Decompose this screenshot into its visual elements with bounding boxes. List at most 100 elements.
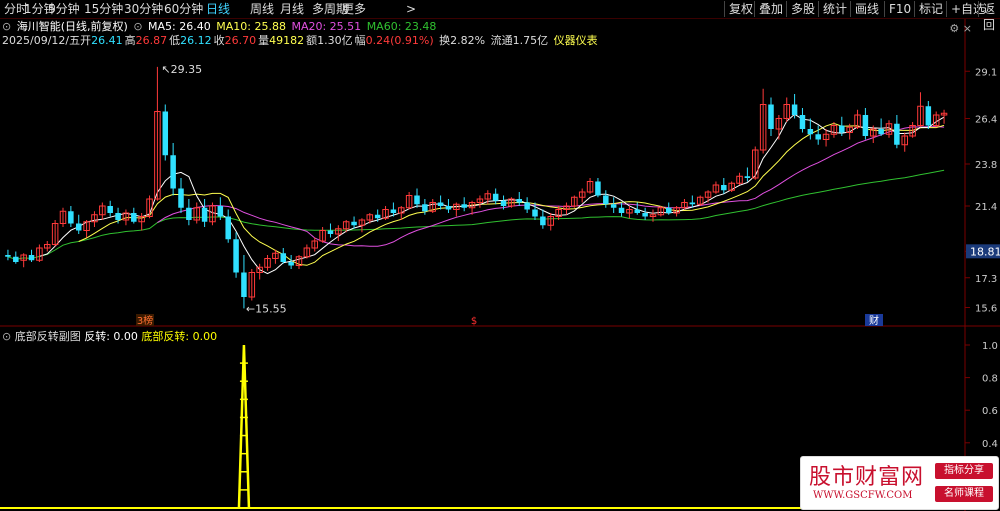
tab-5[interactable]: 60分钟 <box>164 1 203 17</box>
candle-body <box>799 115 806 129</box>
toolbar-button-8[interactable]: 返回 <box>978 1 1000 32</box>
y-tick-label: 29.1 <box>975 67 997 78</box>
ma5-value: MA5: 26.40 <box>148 20 211 33</box>
high-value: 26.87 <box>135 34 168 47</box>
candle-body <box>618 207 625 213</box>
chevron-right-icon[interactable]: > <box>406 1 416 17</box>
tab-7[interactable]: 周线 <box>250 1 274 17</box>
candle-body <box>516 199 523 203</box>
amount-label: 额 <box>306 34 318 47</box>
candle-body <box>610 204 617 208</box>
candle-body <box>532 209 538 217</box>
high-annotation: ↖29.35 <box>161 63 202 76</box>
industry-value[interactable]: 仪器仪表 <box>554 34 598 47</box>
chart-controls: ⚙ × <box>949 22 972 35</box>
candle-body <box>131 213 137 222</box>
watermark-logo-text: 股市财富网 <box>809 465 925 490</box>
candle-body <box>288 262 294 266</box>
candle-body <box>768 104 774 129</box>
close-icon[interactable]: × <box>963 22 972 35</box>
candle-body <box>233 239 239 273</box>
y-tick-label: 21.4 <box>975 202 997 213</box>
current-price-tag: 18.81 <box>970 245 1000 258</box>
y-tick-label: 17.3 <box>975 274 997 285</box>
candle-body <box>422 204 428 212</box>
candle-body <box>540 216 546 226</box>
toolbar-button-0[interactable]: 复权 <box>724 1 753 17</box>
candle-body <box>327 230 334 234</box>
candle-body <box>642 213 648 217</box>
stock-title: 海川智能(日线,前复权) <box>16 20 128 33</box>
event-marker: 3榜 <box>137 314 153 327</box>
toolbar-button-1[interactable]: 叠加 <box>754 1 783 17</box>
tab-4[interactable]: 30分钟 <box>124 1 163 17</box>
kline-chart[interactable]: 29.1 26.4 23.8 21.4 18.81 17.3 15.6 1.0 0.8 0.6 0.… <box>0 0 1000 511</box>
candle-body <box>414 195 420 205</box>
candle-body <box>839 125 845 133</box>
date-value: 2025/09/12/五 <box>2 34 81 47</box>
quote-info-row: 2025/09/12/五开26.41 高26.87 低26.12 收26.70 量491… <box>2 33 600 48</box>
y-tick-label: 15.6 <box>975 304 997 315</box>
candle-body <box>807 129 814 135</box>
tab-10[interactable]: 更多 <box>342 1 366 17</box>
close-value: 26.70 <box>224 34 257 47</box>
volume-value: 49182 <box>269 34 305 47</box>
dropdown-icon[interactable]: ⊙ <box>2 20 11 33</box>
candle-body <box>437 202 444 206</box>
toolbar-button-5[interactable]: F10 <box>884 1 911 17</box>
low-label: 低 <box>169 34 181 47</box>
gear-icon[interactable]: ⚙ <box>949 22 959 35</box>
ma10-line <box>78 122 945 266</box>
sub-y-tick-label: 0.8 <box>982 374 998 385</box>
candle-body <box>815 134 821 140</box>
toolbar-button-2[interactable]: 多股 <box>786 1 815 17</box>
tab-2[interactable]: 5分钟 <box>48 1 80 17</box>
toolbar-button-4[interactable]: 画线 <box>850 1 879 17</box>
candle-body <box>186 207 192 220</box>
candle-body <box>721 185 727 191</box>
indicator-name[interactable]: 底部反转副图 <box>15 330 81 343</box>
candle-body <box>107 206 113 213</box>
candle-body <box>461 204 467 208</box>
subchart-title: ⊙ 底部反转副图 反转: 0.00 底部反转: 0.00 <box>2 330 217 344</box>
volume-label: 量 <box>258 34 270 47</box>
toolbar-button-6[interactable]: 标记 <box>914 1 943 17</box>
low-annotation: ←15.55 <box>246 302 287 315</box>
candle-body <box>500 200 507 206</box>
reversal-signal-spike <box>237 344 251 509</box>
candle-body <box>595 181 601 196</box>
tab-8[interactable]: 月线 <box>280 1 304 17</box>
candle-body <box>13 256 19 262</box>
candle-body <box>390 209 397 213</box>
turnover-value: 换2.82% <box>439 34 486 47</box>
candle-body <box>170 155 176 189</box>
candle-body <box>225 216 231 240</box>
candle-body <box>217 206 224 217</box>
candle-body <box>75 223 82 231</box>
candle-body <box>878 129 884 135</box>
reversal-value: 反转: 0.00 <box>84 330 138 343</box>
candle-body <box>162 111 169 156</box>
sub-dropdown-icon[interactable]: ⊙ <box>2 330 11 343</box>
toolbar-button-3[interactable]: 统计 <box>818 1 847 17</box>
open-label: 开 <box>80 34 92 47</box>
ma-info-row: ⊙ 海川智能(日线,前复权) ⊙ MA5: 26.40 MA10: 25.88 … <box>2 19 438 34</box>
tab-3[interactable]: 15分钟 <box>84 1 123 17</box>
candle-body <box>445 206 452 210</box>
event-marker: 财 <box>869 314 879 327</box>
watermark-logo: 股市财富网 WWW.GSCFW.COM 指标分享 名师课程 <box>800 456 999 510</box>
watermark-tag: 指标分享 <box>935 463 993 479</box>
candle-body <box>634 209 641 213</box>
change-value: 0.24(0.91%) <box>365 34 434 47</box>
open-value: 26.41 <box>91 34 123 47</box>
candle-body <box>5 255 11 257</box>
float-shares-value: 流通1.75亿 <box>490 34 549 47</box>
ma60-value: MA60: 23.48 <box>366 20 437 33</box>
settings-icon[interactable]: ⊙ <box>133 20 142 33</box>
change-label: 幅 <box>354 34 366 47</box>
tab-6[interactable]: 日线 <box>206 1 230 17</box>
candle-body <box>280 253 287 262</box>
ma20-value: MA20: 25.51 <box>291 20 362 33</box>
candle-body <box>374 214 381 219</box>
sub-y-tick-label: 1.0 <box>982 341 998 352</box>
